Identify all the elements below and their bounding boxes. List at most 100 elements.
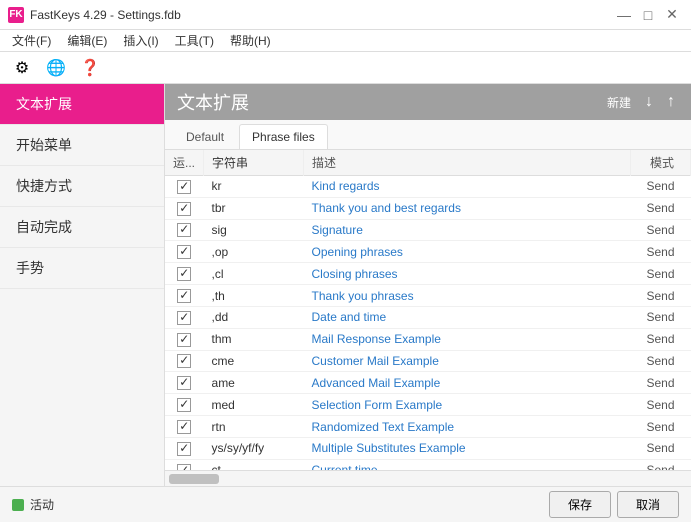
sidebar-item-start-menu[interactable]: 开始菜单 xyxy=(0,125,164,166)
row-checkbox[interactable] xyxy=(177,354,191,368)
content-header: 文本扩展 新建 ↓ ↑ xyxy=(165,84,691,120)
arrow-up-button[interactable]: ↑ xyxy=(663,91,679,113)
table-row[interactable]: ctCurrent timeSend xyxy=(165,459,691,470)
row-key: kr xyxy=(204,176,304,198)
row-desc: Customer Mail Example xyxy=(304,350,631,372)
row-key: ame xyxy=(204,372,304,394)
help-button[interactable]: ❓ xyxy=(76,54,104,82)
row-checkbox[interactable] xyxy=(177,464,191,470)
table-row[interactable]: ,opOpening phrasesSend xyxy=(165,241,691,263)
content-title: 文本扩展 xyxy=(177,89,249,115)
settings-button[interactable]: ⚙ xyxy=(8,54,36,82)
row-checkbox[interactable] xyxy=(177,245,191,259)
table-container[interactable]: 运... 字符串 描述 模式 krKind regardsSendtbrThan… xyxy=(165,150,691,470)
new-button[interactable]: 新建 xyxy=(603,92,635,113)
row-checkbox[interactable] xyxy=(177,420,191,434)
status-bar: 活动 保存 取消 xyxy=(0,486,691,522)
menu-insert[interactable]: 插入(I) xyxy=(115,30,166,51)
row-checkbox[interactable] xyxy=(177,333,191,347)
header-key: 字符串 xyxy=(204,150,304,176)
row-desc: Closing phrases xyxy=(304,263,631,285)
status-left: 活动 xyxy=(12,496,54,513)
row-desc: Mail Response Example xyxy=(304,328,631,350)
status-buttons: 保存 取消 xyxy=(549,491,679,518)
row-key: ys/sy/yf/fy xyxy=(204,437,304,459)
header-run: 运... xyxy=(165,150,204,176)
main-layout: 文本扩展 开始菜单 快捷方式 自动完成 手势 文本扩展 新建 ↓ ↑ Defau… xyxy=(0,84,691,486)
row-checkbox[interactable] xyxy=(177,180,191,194)
row-checkbox[interactable] xyxy=(177,289,191,303)
horizontal-scrollbar[interactable] xyxy=(165,470,691,486)
row-mode: Send xyxy=(631,350,691,372)
table-row[interactable]: medSelection Form ExampleSend xyxy=(165,394,691,416)
row-mode: Send xyxy=(631,176,691,198)
row-mode: Send xyxy=(631,219,691,241)
row-mode: Send xyxy=(631,372,691,394)
row-checkbox[interactable] xyxy=(177,376,191,390)
table-row[interactable]: cmeCustomer Mail ExampleSend xyxy=(165,350,691,372)
tab-phrase-files[interactable]: Phrase files xyxy=(239,124,328,149)
row-key: med xyxy=(204,394,304,416)
row-checkbox[interactable] xyxy=(177,311,191,325)
row-key: cme xyxy=(204,350,304,372)
title-bar: FK FastKeys 4.29 - Settings.fdb — □ ✕ xyxy=(0,0,691,30)
row-desc: Multiple Substitutes Example xyxy=(304,437,631,459)
menu-file[interactable]: 文件(F) xyxy=(4,30,59,51)
table-row[interactable]: ,clClosing phrasesSend xyxy=(165,263,691,285)
status-text: 活动 xyxy=(30,496,54,513)
row-key: ,cl xyxy=(204,263,304,285)
row-mode: Send xyxy=(631,306,691,328)
row-desc: Kind regards xyxy=(304,176,631,198)
row-mode: Send xyxy=(631,197,691,219)
table-row[interactable]: tbrThank you and best regardsSend xyxy=(165,197,691,219)
row-mode: Send xyxy=(631,416,691,438)
globe-button[interactable]: 🌐 xyxy=(42,54,70,82)
table-row[interactable]: sigSignatureSend xyxy=(165,219,691,241)
cancel-button[interactable]: 取消 xyxy=(617,491,679,518)
table-row[interactable]: krKind regardsSend xyxy=(165,176,691,198)
row-checkbox[interactable] xyxy=(177,442,191,456)
row-key: ,th xyxy=(204,285,304,307)
maximize-button[interactable]: □ xyxy=(637,4,659,26)
table-row[interactable]: ys/sy/yf/fyMultiple Substitutes ExampleS… xyxy=(165,437,691,459)
menu-bar: 文件(F) 编辑(E) 插入(I) 工具(T) 帮助(H) xyxy=(0,30,691,52)
row-checkbox[interactable] xyxy=(177,398,191,412)
sidebar: 文本扩展 开始菜单 快捷方式 自动完成 手势 xyxy=(0,84,165,486)
row-desc: Signature xyxy=(304,219,631,241)
table-row[interactable]: thmMail Response ExampleSend xyxy=(165,328,691,350)
close-button[interactable]: ✕ xyxy=(661,4,683,26)
title-bar-controls: — □ ✕ xyxy=(613,4,683,26)
header-actions: 新建 ↓ ↑ xyxy=(603,91,679,113)
row-checkbox[interactable] xyxy=(177,223,191,237)
table-header-row: 运... 字符串 描述 模式 xyxy=(165,150,691,176)
sidebar-item-gestures[interactable]: 手势 xyxy=(0,248,164,289)
sidebar-item-shortcuts[interactable]: 快捷方式 xyxy=(0,166,164,207)
table-row[interactable]: rtnRandomized Text ExampleSend xyxy=(165,416,691,438)
table-row[interactable]: ,thThank you phrasesSend xyxy=(165,285,691,307)
header-desc: 描述 xyxy=(304,150,631,176)
header-mode: 模式 xyxy=(631,150,691,176)
row-desc: Thank you phrases xyxy=(304,285,631,307)
row-mode: Send xyxy=(631,459,691,470)
sidebar-item-text-expand[interactable]: 文本扩展 xyxy=(0,84,164,125)
row-mode: Send xyxy=(631,394,691,416)
arrow-down-button[interactable]: ↓ xyxy=(641,91,657,113)
minimize-button[interactable]: — xyxy=(613,4,635,26)
status-indicator xyxy=(12,499,24,511)
table-row[interactable]: ,ddDate and timeSend xyxy=(165,306,691,328)
sidebar-item-autocomplete[interactable]: 自动完成 xyxy=(0,207,164,248)
toolbar: ⚙ 🌐 ❓ xyxy=(0,52,691,84)
row-checkbox[interactable] xyxy=(177,202,191,216)
row-key: ,dd xyxy=(204,306,304,328)
table-row[interactable]: ameAdvanced Mail ExampleSend xyxy=(165,372,691,394)
row-mode: Send xyxy=(631,437,691,459)
menu-edit[interactable]: 编辑(E) xyxy=(59,30,115,51)
save-button[interactable]: 保存 xyxy=(549,491,611,518)
row-checkbox[interactable] xyxy=(177,267,191,281)
row-desc: Advanced Mail Example xyxy=(304,372,631,394)
menu-tools[interactable]: 工具(T) xyxy=(167,30,222,51)
tab-default[interactable]: Default xyxy=(173,124,237,149)
menu-help[interactable]: 帮助(H) xyxy=(222,30,279,51)
row-key: thm xyxy=(204,328,304,350)
content-area: 文本扩展 新建 ↓ ↑ Default Phrase files 运... 字符… xyxy=(165,84,691,486)
